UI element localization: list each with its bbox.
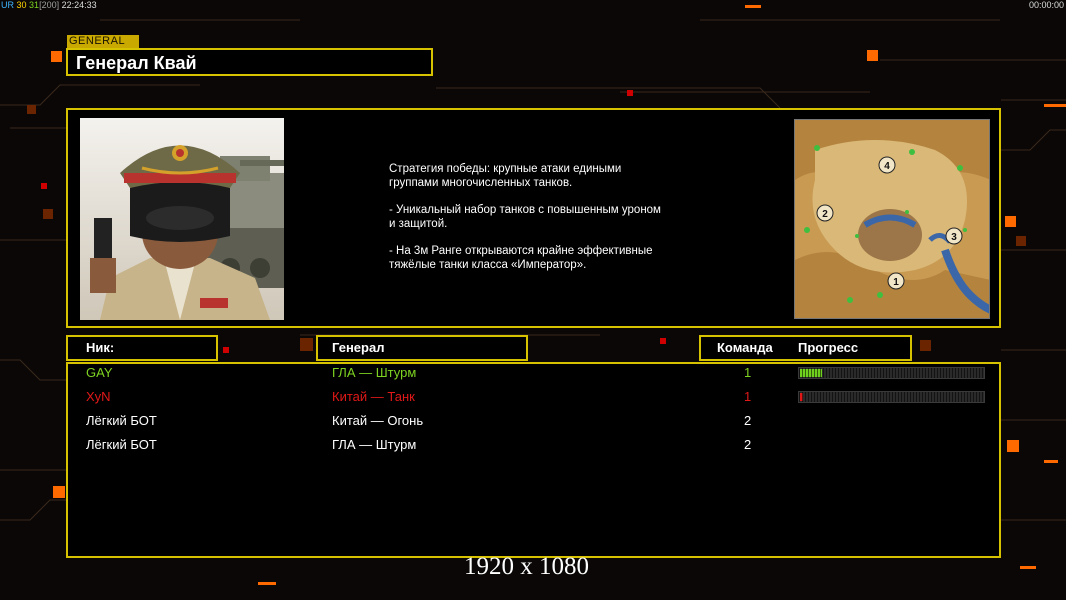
- header-team-progress: Команда Прогресс: [699, 335, 912, 361]
- player-general: Китай — Танк: [332, 389, 415, 404]
- strategy-line: - Уникальный набор танков с повышенным у…: [389, 204, 661, 230]
- decor-square: [660, 338, 666, 344]
- general-portrait: [80, 118, 284, 320]
- decor-square: [300, 338, 313, 351]
- decor-square: [27, 105, 36, 114]
- progress-bar: [798, 391, 985, 403]
- general-name: Генерал Квай: [66, 48, 433, 76]
- header-nick-label: Ник:: [86, 340, 115, 355]
- player-general: Китай — Огонь: [332, 413, 424, 428]
- player-row: Лёгкий БОТ ГЛА — Штурм 2: [0, 434, 1066, 456]
- player-general: ГЛА — Штурм: [332, 437, 417, 452]
- strategy-line: - На 3м Ранге открываются крайне эффекти…: [389, 245, 653, 271]
- game-clock: 00:00:00: [1028, 0, 1064, 10]
- decor-square: [920, 340, 931, 351]
- fps-value-b: 31: [29, 0, 40, 10]
- map-spawn-label: 4: [884, 161, 890, 172]
- resolution-label: 1920 x 1080: [464, 553, 589, 580]
- player-nick: Лёгкий БОТ: [86, 437, 157, 452]
- decor-square: [41, 183, 47, 189]
- decor-square: [627, 90, 633, 96]
- fps-label: UR: [1, 0, 14, 10]
- decor-square: [1005, 216, 1016, 227]
- decor-square: [1020, 566, 1036, 569]
- map-spawn-label: 3: [951, 232, 957, 243]
- decor-square: [1044, 460, 1058, 463]
- strategy-description: Стратегия победы: крупные атаки едиными …: [389, 162, 719, 285]
- map-preview[interactable]: 1 2 3 4: [794, 119, 990, 319]
- decor-square: [43, 209, 53, 219]
- player-team: 1: [744, 389, 752, 404]
- map-spawn-label: 1: [893, 277, 899, 288]
- fps-value-c: [200]: [39, 0, 60, 10]
- fps-value-a: 30: [16, 0, 27, 10]
- map-spawn-label: 2: [822, 209, 828, 220]
- progress-bar: [798, 367, 985, 379]
- fps-counter: UR 30 31[200] 22:24:33: [0, 0, 97, 10]
- header-nick: Ник:: [66, 335, 218, 361]
- decor-square: [745, 5, 761, 8]
- header-team-label: Команда: [717, 340, 773, 355]
- decor-square: [258, 582, 276, 585]
- player-team: 2: [744, 437, 752, 452]
- player-general: ГЛА — Штурм: [332, 365, 417, 380]
- player-nick: GAY: [86, 365, 113, 380]
- header-progress-label: Прогресс: [798, 340, 859, 355]
- header-general: Генерал: [316, 335, 528, 361]
- decor-square: [1044, 104, 1066, 107]
- player-nick: Лёгкий БОТ: [86, 413, 157, 428]
- general-tag: GENERAL: [67, 35, 139, 48]
- header-general-label: Генерал: [332, 340, 385, 355]
- player-team: 1: [744, 365, 752, 380]
- decor-square: [51, 51, 62, 62]
- strategy-line: Стратегия победы: крупные атаки едиными …: [389, 163, 622, 189]
- decor-square: [223, 347, 229, 353]
- decor-square: [53, 486, 65, 498]
- player-nick: XyN: [86, 389, 111, 404]
- decor-square: [1016, 236, 1026, 246]
- player-team: 2: [744, 413, 752, 428]
- player-row: Лёгкий БОТ Китай — Огонь 2: [0, 410, 1066, 432]
- decor-square: [867, 50, 878, 61]
- system-time: 22:24:33: [61, 0, 97, 10]
